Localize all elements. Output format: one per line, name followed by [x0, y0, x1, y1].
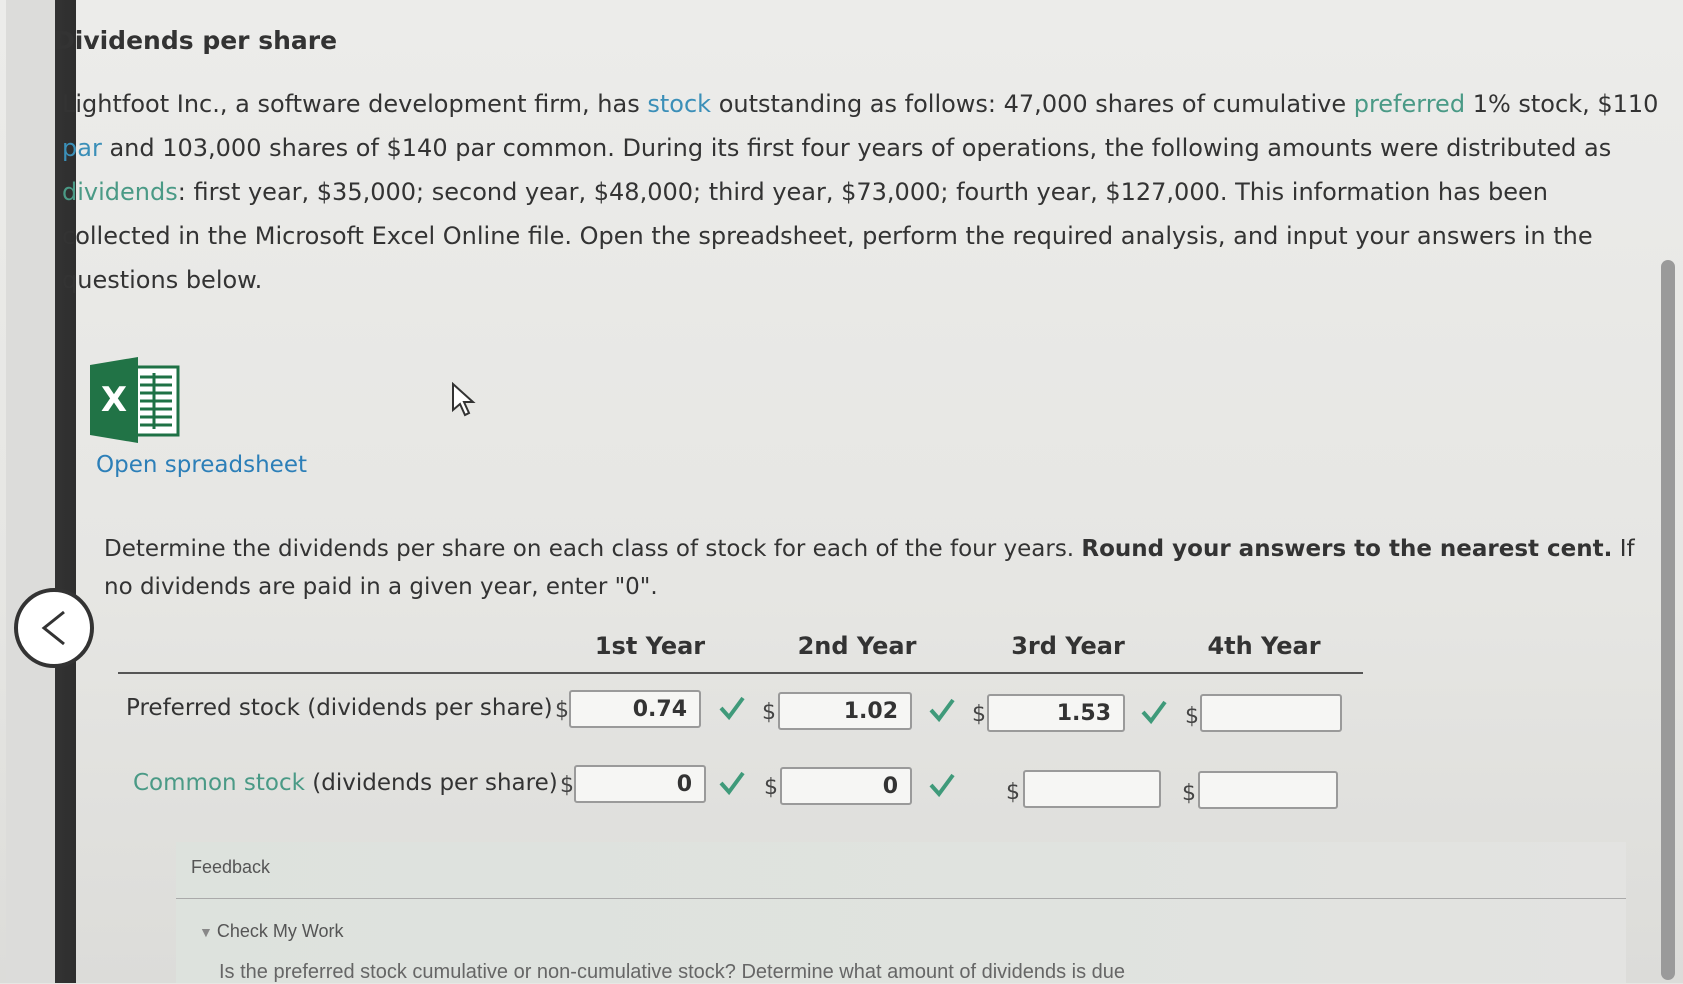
currency-symbol: $: [764, 775, 778, 800]
common-stock-link[interactable]: Common stock: [133, 770, 305, 796]
check-my-work-label: Check My Work: [216, 921, 344, 941]
currency-symbol: $: [972, 702, 986, 727]
preferred-2nd-year-input[interactable]: [778, 692, 912, 730]
problem-text-2: outstanding as follows: 47,000 shares of…: [711, 90, 1354, 118]
currency-symbol: $: [1185, 704, 1199, 729]
common-4th-year-input[interactable]: [1198, 771, 1338, 809]
check-icon: [1141, 700, 1167, 725]
question-text-1: Determine the dividends per share on eac…: [104, 536, 1082, 562]
problem-text: Lightfoot Inc., a software development f…: [62, 82, 1662, 302]
check-icon: [719, 696, 745, 721]
page: Dividends per share Lightfoot Inc., a so…: [0, 0, 1683, 983]
check-icon: [929, 698, 955, 723]
feedback-label: Feedback: [191, 857, 271, 877]
check-my-work-toggle[interactable]: ▼ Check My Work: [199, 921, 344, 942]
table-header-rule: [118, 672, 1363, 674]
mouse-cursor-icon: [452, 382, 476, 417]
preferred-row-label: Preferred stock (dividends per share): [126, 695, 553, 721]
page-title: Dividends per share: [54, 26, 338, 55]
col-header-2nd-year: 2nd Year: [797, 632, 917, 660]
problem-text-1: Lightfoot Inc., a software development f…: [62, 90, 648, 118]
common-row-label: Common stock (dividends per share): [133, 770, 558, 796]
feedback-divider: [176, 898, 1626, 899]
currency-symbol: $: [1006, 780, 1020, 805]
preferred-link[interactable]: preferred: [1354, 90, 1465, 118]
problem-text-4: and 103,000 shares of $140 par common. D…: [101, 134, 1612, 162]
preferred-3rd-year-input[interactable]: [987, 694, 1125, 732]
problem-text-3: 1% stock, $110: [1465, 90, 1659, 118]
problem-text-5: : first year, $35,000; second year, $48,…: [62, 178, 1593, 294]
back-button[interactable]: [14, 588, 94, 668]
svg-text:X: X: [101, 380, 127, 420]
preferred-4th-year-input[interactable]: [1200, 694, 1342, 732]
open-spreadsheet-link[interactable]: Open spreadsheet: [96, 452, 307, 478]
triangle-down-icon: ▼: [199, 924, 213, 940]
scrollbar[interactable]: [1661, 260, 1675, 980]
question-text: Determine the dividends per share on eac…: [104, 530, 1664, 606]
chevron-left-icon: [41, 610, 65, 646]
feedback-text: Is the preferred stock cumulative or non…: [219, 961, 1125, 983]
currency-symbol: $: [555, 698, 569, 723]
currency-symbol: $: [1182, 781, 1196, 806]
par-link[interactable]: par: [62, 134, 102, 162]
col-header-4th-year: 4th Year: [1207, 632, 1321, 660]
col-header-1st-year: 1st Year: [594, 632, 706, 660]
check-icon: [719, 771, 745, 796]
stock-link[interactable]: stock: [647, 90, 711, 118]
dividends-link[interactable]: dividends: [62, 178, 178, 206]
excel-icon[interactable]: X: [88, 355, 184, 445]
preferred-1st-year-input[interactable]: [569, 690, 701, 728]
common-1st-year-input[interactable]: [574, 765, 706, 803]
currency-symbol: $: [762, 700, 776, 725]
currency-symbol: $: [560, 773, 574, 798]
common-row-label-text: (dividends per share): [304, 770, 558, 796]
common-2nd-year-input[interactable]: [780, 767, 912, 805]
check-icon: [929, 773, 955, 798]
col-header-3rd-year: 3rd Year: [1011, 632, 1125, 660]
common-3rd-year-input[interactable]: [1023, 770, 1161, 808]
question-bold: Round your answers to the nearest cent.: [1081, 536, 1613, 562]
